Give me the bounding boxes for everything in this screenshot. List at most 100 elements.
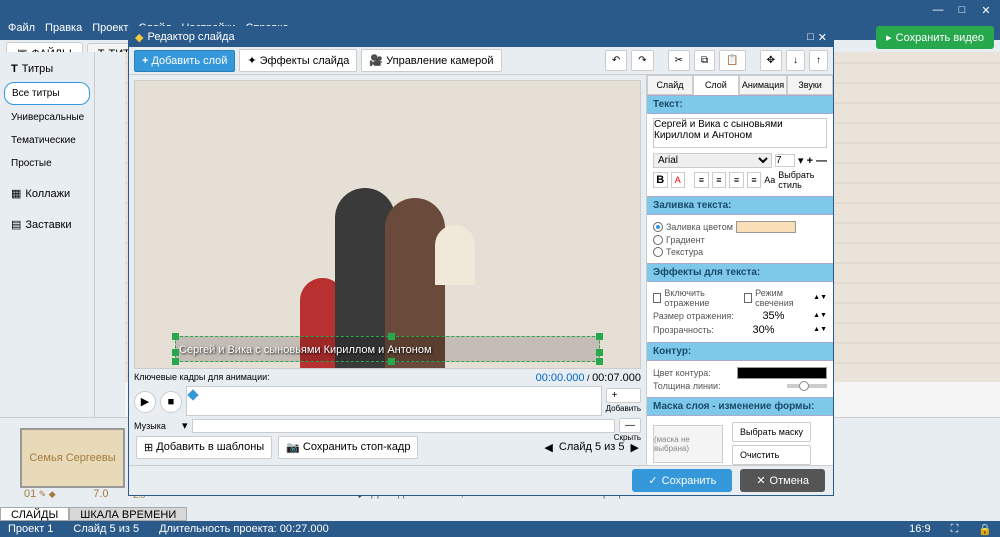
keyframe-track[interactable] xyxy=(186,386,602,416)
minimize-icon[interactable]: — xyxy=(928,2,948,18)
slide-fx-button[interactable]: ✦Эффекты слайда xyxy=(239,49,357,72)
stop-button[interactable]: ■ xyxy=(160,391,182,413)
outline-width-slider[interactable] xyxy=(787,384,827,388)
copy-button[interactable]: ⧉ xyxy=(694,50,715,71)
font-size-input[interactable] xyxy=(775,154,795,167)
menu-edit[interactable]: Правка xyxy=(45,22,82,40)
sec-mask-header: Маска слоя - изменение формы: xyxy=(647,397,833,416)
move-icon[interactable]: ✥ xyxy=(760,50,782,71)
add-layer-button[interactable]: + Добавить слой xyxy=(134,50,235,72)
status-aspect: 16:9 xyxy=(909,523,930,535)
maximize-icon[interactable]: □ xyxy=(952,2,972,18)
align-right[interactable]: ≡ xyxy=(729,172,744,188)
camera-button[interactable]: 🎥Управление камерой xyxy=(361,49,501,72)
style-select[interactable]: Выбрать стиль xyxy=(778,170,827,190)
window-controls: — □ ✕ xyxy=(928,2,996,18)
filter-all[interactable]: Все титры xyxy=(4,82,90,105)
modal-save-button[interactable]: ✓Сохранить xyxy=(632,469,732,492)
modal-close-icon[interactable]: ✕ xyxy=(818,31,827,44)
choose-mask-button[interactable]: Выбрать маску xyxy=(732,422,811,442)
status-slide: Слайд 5 из 5 xyxy=(73,523,139,535)
prev-slide-icon[interactable]: ◀ xyxy=(544,441,552,454)
align-left[interactable]: ≡ xyxy=(694,172,709,188)
sec-fill-header: Заливка текста: xyxy=(647,196,833,215)
align-justify[interactable]: ≡ xyxy=(747,172,762,188)
radio-gradient[interactable] xyxy=(653,235,663,245)
slide-nav-label: Слайд 5 из 5 xyxy=(559,441,625,453)
status-duration: Длительность проекта: 00:27.000 xyxy=(159,523,329,535)
next-slide-icon[interactable]: ▶ xyxy=(631,441,639,454)
font-select[interactable]: Arial xyxy=(653,153,772,168)
fullscreen-icon[interactable]: ⛶ xyxy=(951,523,959,536)
filter-thematic[interactable]: Тематические xyxy=(4,130,90,151)
redo-button[interactable]: ↷ xyxy=(631,50,653,71)
mask-preview: (маска не выбрана) xyxy=(653,425,723,463)
chk-reflect[interactable] xyxy=(653,293,661,303)
undo-button[interactable]: ↶ xyxy=(605,50,627,71)
save-frame-button[interactable]: 📷Сохранить стоп-кадр xyxy=(278,436,418,459)
editor-canvas[interactable]: Сергей и Вика с сыновьями Кириллом и Ант… xyxy=(134,80,641,369)
bold-button[interactable]: B xyxy=(653,172,668,188)
lock-icon[interactable]: 🔒 xyxy=(978,523,992,536)
check-icon: ✓ xyxy=(648,474,657,487)
outline-color-swatch[interactable] xyxy=(737,367,827,379)
radio-solid[interactable] xyxy=(653,222,663,232)
title-bar: — □ ✕ xyxy=(0,0,1000,22)
radio-texture[interactable] xyxy=(653,247,663,257)
film-icon: ▤ xyxy=(11,218,21,231)
paste-button[interactable]: 📋 xyxy=(719,50,745,71)
menu-project[interactable]: Проект xyxy=(92,22,128,40)
sec-fx-header: Эффекты для текста: xyxy=(647,263,833,282)
fill-color-swatch[interactable] xyxy=(736,221,796,233)
cut-button[interactable]: ✂ xyxy=(668,50,690,71)
text-input[interactable] xyxy=(653,118,827,148)
section-intros[interactable]: ▤Заставки xyxy=(4,213,90,236)
inc-button[interactable]: + xyxy=(807,155,813,167)
chevron-down-icon[interactable]: ▾ xyxy=(182,419,188,432)
ptab-slide[interactable]: Слайд xyxy=(647,75,693,95)
sec-text-header: Текст: xyxy=(647,95,833,114)
save-video-button[interactable]: ▸Сохранить видео xyxy=(876,26,994,49)
snapshot-icon: 📷 xyxy=(286,441,300,454)
tab-slides[interactable]: СЛАЙДЫ xyxy=(0,507,69,521)
add-template-button[interactable]: ⊞Добавить в шаблоны xyxy=(136,436,272,459)
play-button[interactable]: ▶ xyxy=(134,391,156,413)
kf-add-button[interactable]: + xyxy=(606,388,641,403)
chk-glow[interactable] xyxy=(744,293,752,303)
close-icon[interactable]: ✕ xyxy=(976,2,996,18)
save-icon: ▸ xyxy=(886,31,892,44)
dec-button[interactable]: — xyxy=(816,155,827,167)
align-center[interactable]: ≡ xyxy=(712,172,727,188)
down-icon[interactable]: ↓ xyxy=(786,50,805,71)
camera-icon: 🎥 xyxy=(369,54,383,67)
template-icon: ⊞ xyxy=(144,441,153,454)
up-icon[interactable]: ↑ xyxy=(809,50,828,71)
status-bar: Проект 1 Слайд 5 из 5 Длительность проек… xyxy=(0,521,1000,537)
ptab-anim[interactable]: Анимация xyxy=(739,75,787,95)
titles-tab[interactable]: T Титры xyxy=(4,58,90,80)
menu-file[interactable]: Файл xyxy=(8,22,35,40)
grid-icon: ▦ xyxy=(11,187,21,200)
color-button[interactable]: A xyxy=(671,172,686,188)
modal-maximize-icon[interactable]: □ xyxy=(807,31,814,44)
filter-simple[interactable]: Простые xyxy=(4,153,90,174)
music-track[interactable] xyxy=(192,419,615,433)
ptab-layer[interactable]: Слой xyxy=(693,75,739,95)
tab-timescale[interactable]: ШКАЛА ВРЕМЕНИ xyxy=(69,507,187,521)
x-icon: ✕ xyxy=(756,474,765,487)
kf-hide-button[interactable]: — xyxy=(619,418,641,433)
clear-mask-button[interactable]: Очистить xyxy=(732,445,811,465)
slide-thumb-1[interactable]: Семья Сергеевы 01 ✎ ◆ 7.0 xyxy=(20,428,125,488)
sec-outline-header: Контур: xyxy=(647,342,833,361)
chevron-down-icon[interactable]: ▾ xyxy=(798,154,804,167)
caption-overlay[interactable]: Сергей и Вика с сыновьями Кириллом и Ант… xyxy=(175,336,600,362)
timeline-tabs: СЛАЙДЫ ШКАЛА ВРЕМЕНИ xyxy=(0,507,187,521)
section-collages[interactable]: ▦Коллажи xyxy=(4,182,90,205)
status-project: Проект 1 xyxy=(8,523,53,535)
keyframes: Ключевые кадры для анимации: 00:00.000 /… xyxy=(134,369,641,434)
slide-editor-modal: ◆ Редактор слайда □ ✕ + Добавить слой ✦Э… xyxy=(128,26,834,496)
ptab-sound[interactable]: Звуки xyxy=(787,75,833,95)
filter-universal[interactable]: Универсальные xyxy=(4,107,90,128)
modal-cancel-button[interactable]: ✕Отмена xyxy=(740,469,825,492)
sparkle-icon: ✦ xyxy=(247,54,256,67)
